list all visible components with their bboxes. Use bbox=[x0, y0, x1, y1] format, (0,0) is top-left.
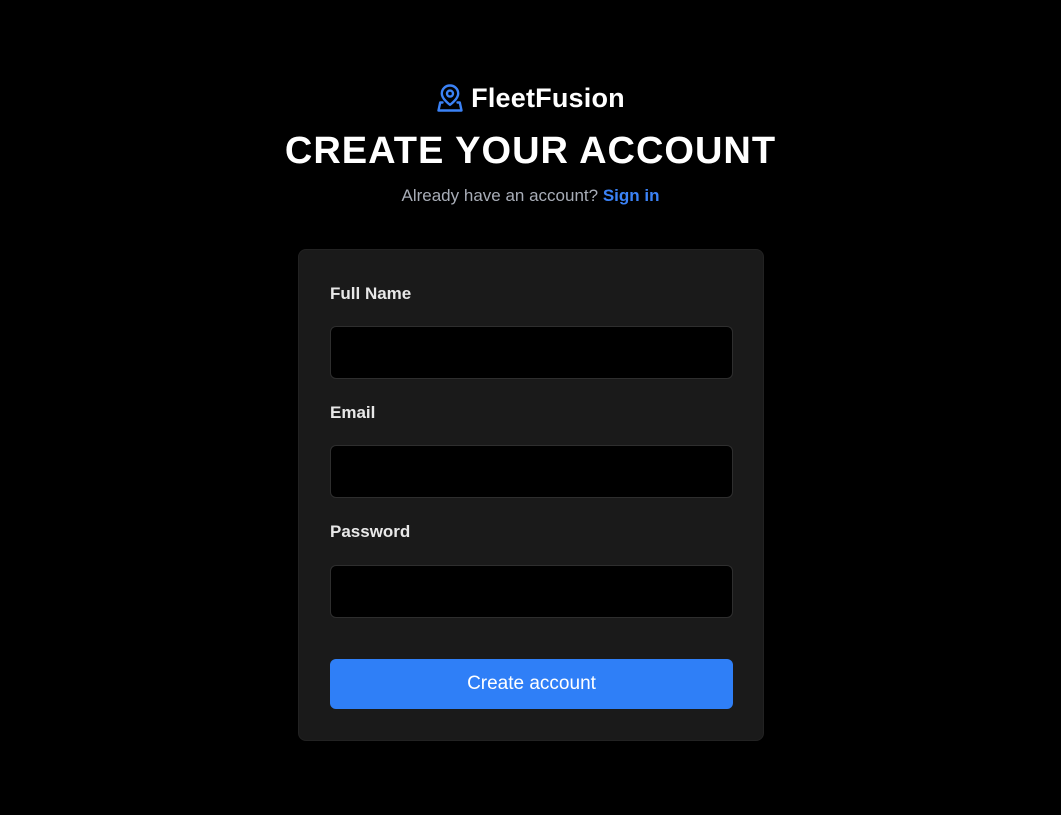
password-label: Password bbox=[330, 522, 411, 541]
signup-page: FleetFusion CREATE YOUR ACCOUNT Already … bbox=[0, 0, 1061, 815]
sign-in-link[interactable]: Sign in bbox=[603, 186, 660, 205]
password-input[interactable] bbox=[330, 565, 733, 618]
full-name-label: Full Name bbox=[330, 284, 412, 303]
brand-name: FleetFusion bbox=[471, 82, 625, 113]
email-input[interactable] bbox=[330, 445, 733, 498]
signup-form-card: Full Name Email Password Create account bbox=[298, 249, 764, 741]
create-account-button[interactable]: Create account bbox=[330, 659, 733, 709]
brand: FleetFusion bbox=[0, 80, 1061, 116]
page-title: CREATE YOUR ACCOUNT bbox=[284, 130, 777, 172]
full-name-input[interactable] bbox=[330, 326, 733, 379]
map-pin-person-icon bbox=[436, 83, 464, 113]
email-label: Email bbox=[330, 403, 376, 422]
signin-prompt-text: Already have an account? bbox=[401, 186, 599, 205]
signin-prompt-line: Already have an account? Sign in bbox=[0, 185, 1061, 207]
